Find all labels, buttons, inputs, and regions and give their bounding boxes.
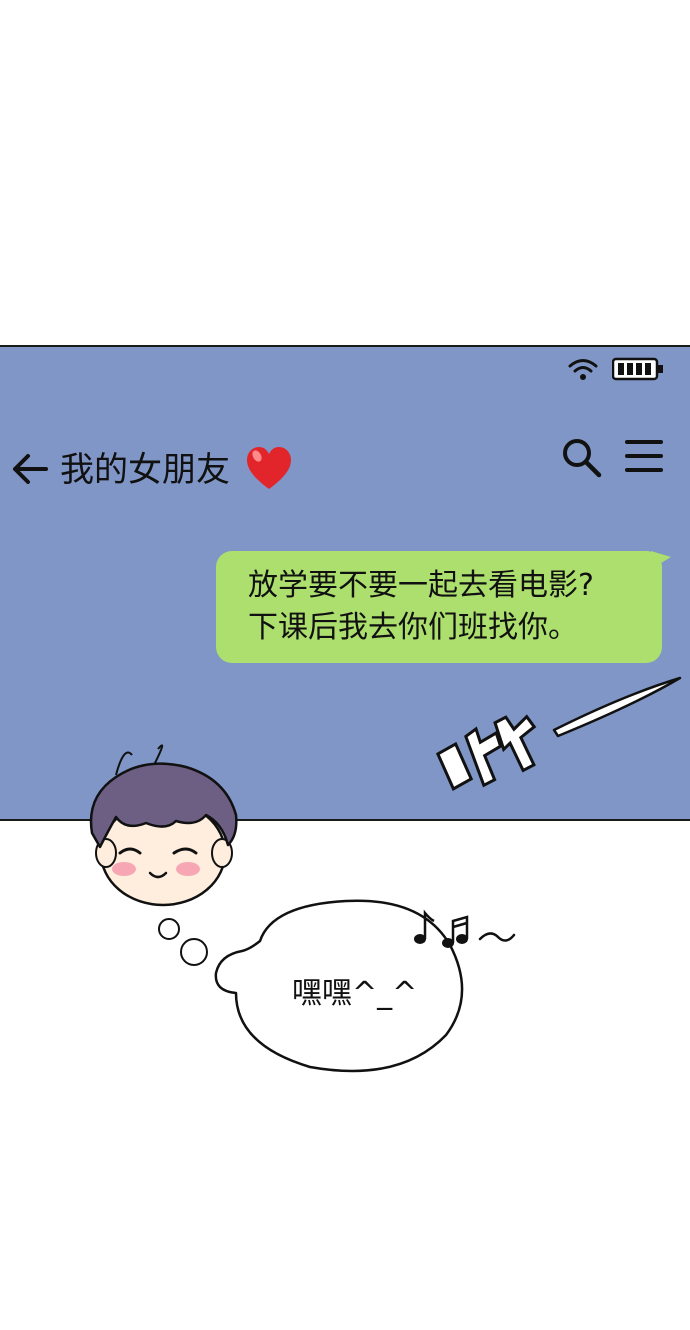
message-bubble: 放学要不要一起去看电影? 下课后我去你们班找你。 [216,551,671,663]
wifi-icon [568,357,598,381]
message-line: 下课后我去你们班找你。 [248,610,578,645]
status-bar [568,357,664,381]
character-head [76,735,246,914]
contact-name: 我的女朋友 [60,450,230,490]
heart-icon [244,444,294,498]
menu-icon[interactable] [624,436,664,480]
message-line: 放学要不要一起去看电影? [248,568,594,603]
chat-header: 我的女朋友 [0,439,690,502]
music-notes-icon [410,905,520,959]
sound-effect-swoosh [434,670,684,804]
arrow-left-icon[interactable] [10,452,50,490]
battery-icon [612,357,664,381]
message-bubble-tail [651,551,671,575]
thought-text: 嘿嘿^_^ [292,976,418,1011]
search-icon[interactable] [560,436,604,484]
